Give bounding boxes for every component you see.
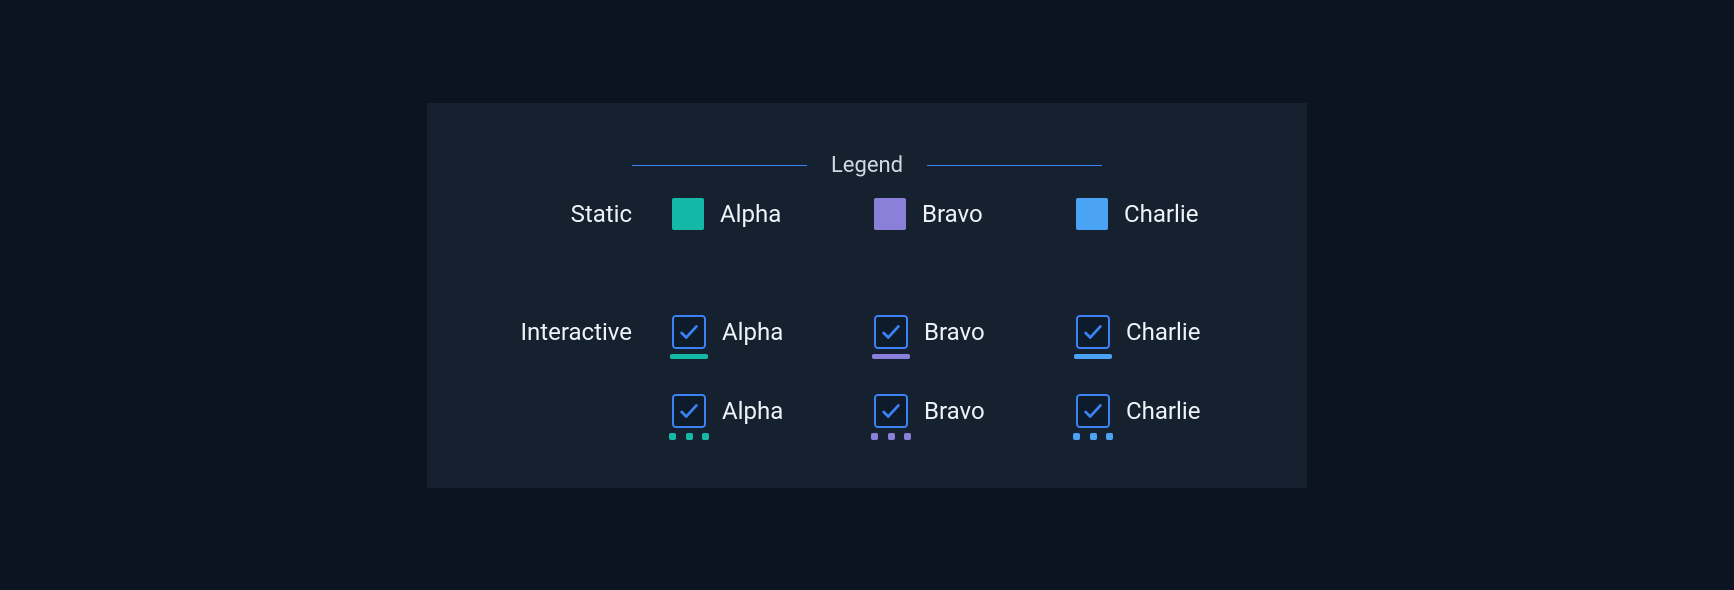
legend-row-interactive-dotted: Alpha Bravo [487,394,1247,428]
legend-toggle-alpha-solid: Alpha [672,315,822,349]
checkbox-charlie-solid[interactable] [1076,315,1110,349]
swatch-bravo [874,198,906,230]
static-items: Alpha Bravo Charlie [672,198,1226,230]
check-icon [678,400,700,422]
legend-panel: Legend Static Alpha Bravo Charlie Intera… [427,103,1307,488]
row-label-static: Static [487,200,632,228]
check-icon [880,400,902,422]
legend-item-alpha: Alpha [672,198,822,230]
legend-label-alpha-solid: Alpha [722,318,783,346]
legend-label-charlie: Charlie [1124,200,1198,228]
interactive-items-solid: Alpha Bravo Charlie [672,315,1226,349]
check-icon [880,321,902,343]
legend-item-bravo: Bravo [874,198,1024,230]
legend-label-charlie-dotted: Charlie [1126,397,1200,425]
checkbox-alpha-dotted[interactable] [672,394,706,428]
series-indicator-alpha-dotted [669,433,709,440]
legend-header: Legend [487,153,1247,178]
legend-title: Legend [831,153,903,178]
checkbox-bravo-solid[interactable] [874,315,908,349]
legend-label-alpha-dotted: Alpha [722,397,783,425]
series-indicator-alpha-solid [670,354,708,359]
legend-item-charlie: Charlie [1076,198,1226,230]
interactive-items-dotted: Alpha Bravo [672,394,1226,428]
check-icon [1082,400,1104,422]
legend-toggle-charlie-dotted: Charlie [1076,394,1226,428]
swatch-alpha [672,198,704,230]
legend-label-bravo-dotted: Bravo [924,397,985,425]
legend-toggle-bravo-solid: Bravo [874,315,1024,349]
checkbox-charlie-dotted[interactable] [1076,394,1110,428]
legend-row-static: Static Alpha Bravo Charlie [487,198,1247,230]
series-indicator-bravo-solid [872,354,910,359]
legend-label-alpha: Alpha [720,200,781,228]
series-indicator-charlie-solid [1074,354,1112,359]
legend-toggle-bravo-dotted: Bravo [874,394,1024,428]
legend-label-bravo: Bravo [922,200,983,228]
legend-toggle-charlie-solid: Charlie [1076,315,1226,349]
header-divider-left [632,165,807,166]
series-indicator-bravo-dotted [871,433,911,440]
series-indicator-charlie-dotted [1073,433,1113,440]
row-label-interactive: Interactive [487,318,632,346]
checkbox-alpha-solid[interactable] [672,315,706,349]
legend-toggle-alpha-dotted: Alpha [672,394,822,428]
checkbox-bravo-dotted[interactable] [874,394,908,428]
header-divider-right [927,165,1102,166]
legend-row-interactive-solid: Interactive Alpha Bravo [487,315,1247,349]
swatch-charlie [1076,198,1108,230]
legend-label-bravo-solid: Bravo [924,318,985,346]
check-icon [678,321,700,343]
check-icon [1082,321,1104,343]
legend-label-charlie-solid: Charlie [1126,318,1200,346]
